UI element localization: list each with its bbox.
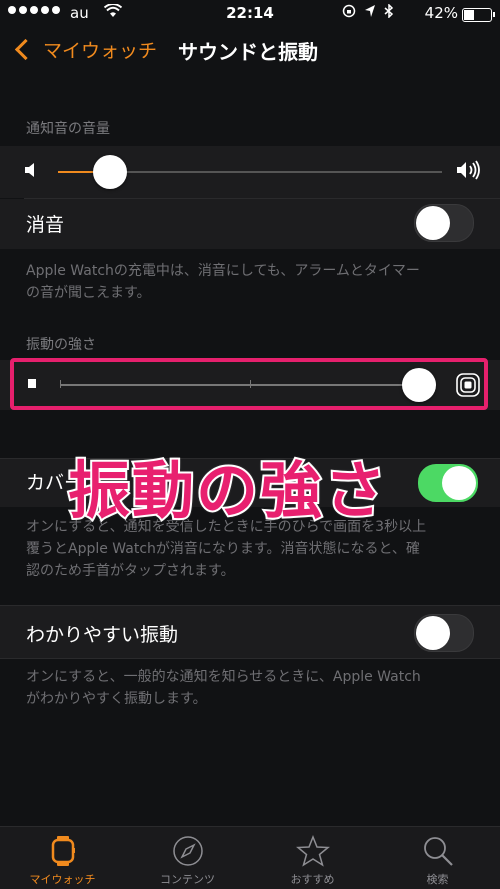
compass-icon: [172, 835, 204, 871]
volume-high-icon: [456, 160, 482, 184]
mute-label: 消音: [26, 214, 65, 236]
page-title: サウンドと振動: [178, 40, 318, 64]
back-button-label: マイウォッチ: [43, 40, 158, 62]
mute-description-line-1: Apple Watchの充電中は、消音にしても、アラームとタイマー: [26, 263, 420, 279]
tab-search-label: 検索: [426, 873, 449, 886]
tab-my-watch[interactable]: マイウォッチ: [0, 827, 125, 889]
status-bar: au 22:14 42%: [0, 0, 500, 28]
prominent-haptic-toggle[interactable]: [414, 614, 474, 652]
battery-icon: [462, 8, 495, 22]
search-icon: [422, 835, 454, 871]
tab-featured[interactable]: おすすめ: [250, 827, 375, 889]
overlay-caption: 振動の強さ: [66, 452, 389, 529]
volume-slider-thumb[interactable]: [93, 155, 127, 189]
bluetooth-icon: [384, 3, 394, 22]
tab-contents-label: コンテンツ: [160, 873, 215, 886]
section-header-haptic-strength: 振動の強さ: [26, 337, 96, 353]
tab-contents[interactable]: コンテンツ: [125, 827, 250, 889]
rotation-lock-icon: [342, 4, 356, 22]
watch-icon: [50, 835, 76, 871]
mute-description-line-2: の音が聞こえます。: [26, 285, 151, 301]
tab-featured-label: おすすめ: [290, 873, 335, 886]
tab-search[interactable]: 検索: [375, 827, 500, 889]
cover-to-mute-toggle[interactable]: [418, 464, 478, 502]
battery-percent: 42%: [424, 4, 458, 22]
prominent-haptic-description: オンにすると、一般的な通知を知らせるときに、Apple Watch がわかりやす…: [26, 666, 476, 710]
mute-toggle[interactable]: [414, 204, 474, 242]
mute-description: Apple Watchの充電中は、消音にしても、アラームとタイマー の音が聞こえ…: [26, 260, 476, 304]
cover-description-line-2: 覆うとApple Watchが消音になります。消音状態になると、確: [26, 541, 420, 557]
section-header-alert-volume: 通知音の音量: [26, 121, 110, 137]
cover-description-line-3: 認のため手首がタップされます。: [26, 563, 235, 579]
prominent-description-line-1: オンにすると、一般的な通知を知らせるときに、Apple Watch: [26, 669, 421, 685]
back-button[interactable]: マイウォッチ: [12, 36, 157, 63]
location-icon: [364, 4, 376, 22]
chevron-left-icon: [14, 38, 37, 61]
star-icon: [295, 834, 330, 871]
nav-bar: マイウォッチ サウンドと振動: [0, 28, 500, 74]
haptic-strength-highlight: [10, 358, 488, 410]
tab-bar: マイウォッチ コンテンツ おすすめ 検索: [0, 826, 500, 889]
prominent-haptic-label: わかりやすい振動: [26, 624, 179, 646]
prominent-description-line-2: がわかりやすく振動します。: [26, 691, 207, 707]
volume-low-icon: [24, 162, 38, 182]
tab-my-watch-label: マイウォッチ: [29, 873, 96, 886]
